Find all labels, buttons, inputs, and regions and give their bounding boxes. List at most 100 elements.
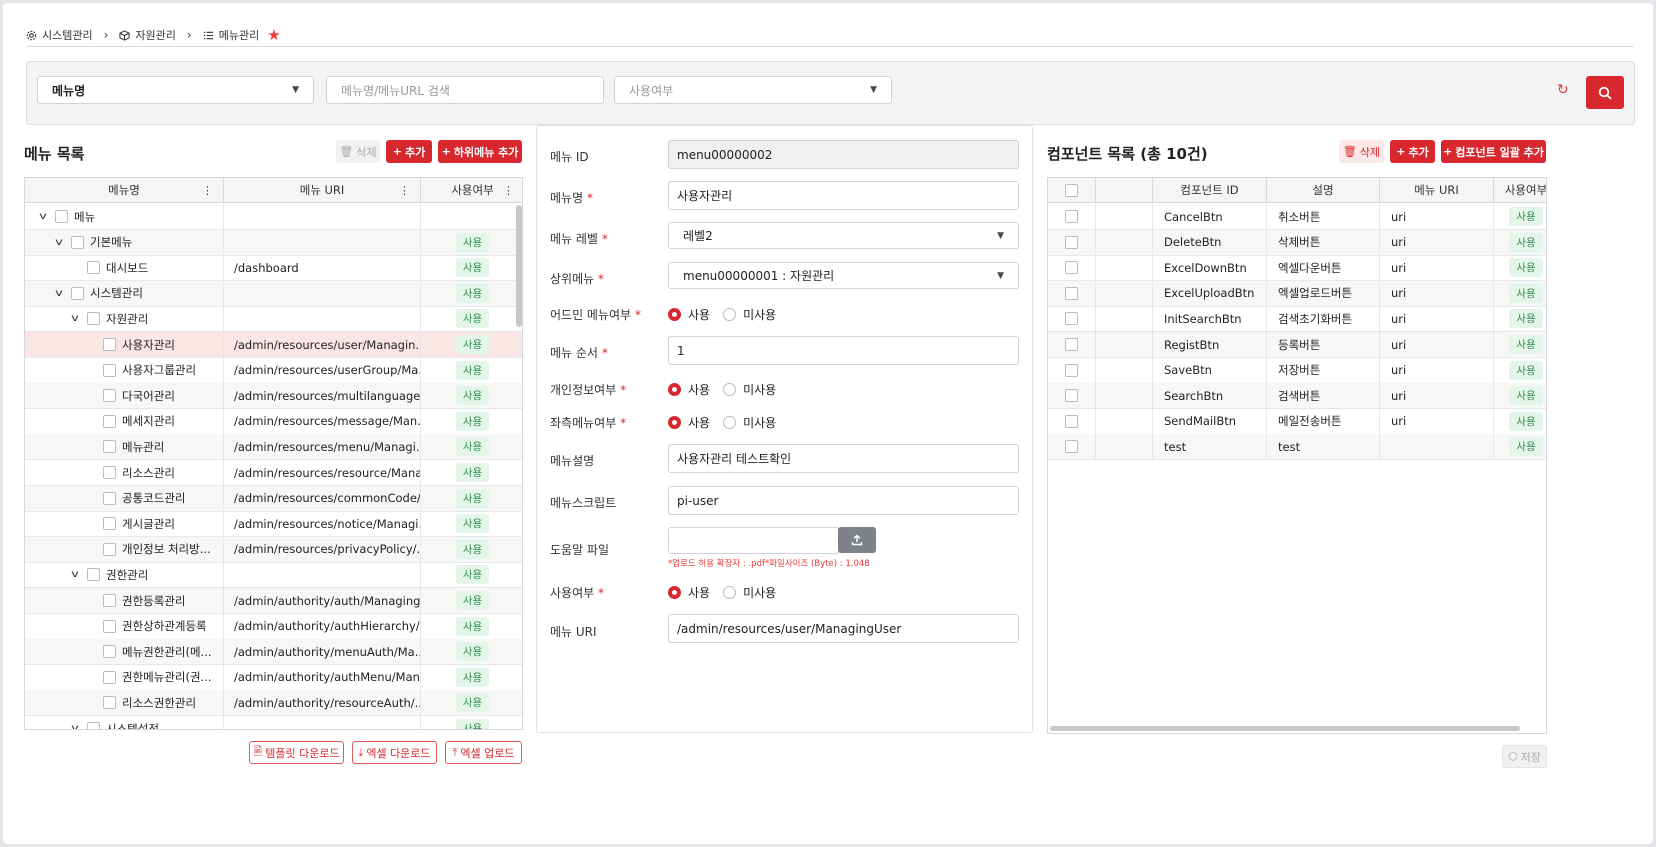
kebab-menu-icon[interactable]: ⋮ xyxy=(202,184,213,197)
row-checkbox[interactable] xyxy=(1065,312,1078,326)
row-checkbox[interactable] xyxy=(1065,414,1078,428)
row-checkbox[interactable] xyxy=(1065,210,1078,223)
save-button[interactable]: ⬡ 저장 xyxy=(1502,745,1547,768)
add-submenu-button[interactable]: + 하위메뉴 추가 xyxy=(438,140,522,163)
file-upload-button[interactable] xyxy=(838,527,876,553)
excel-download-button[interactable]: ⤓ 엑셀 다운로드 xyxy=(352,741,437,764)
admin-unuse-radio[interactable] xyxy=(723,308,737,321)
component-add-button[interactable]: + 추가 xyxy=(1390,140,1435,163)
menu-script-field[interactable]: pi-user xyxy=(668,486,1019,515)
search-button[interactable] xyxy=(1586,76,1624,109)
row-checkbox[interactable] xyxy=(103,491,116,505)
menu-desc-field[interactable]: 사용자관리 테스트확인 xyxy=(668,444,1019,473)
row-checkbox[interactable] xyxy=(103,670,116,684)
use-filter-select[interactable]: 사용여부 ▼ xyxy=(614,76,892,104)
tree-row[interactable]: 사용자관리/admin/resources/user/Managin... 사용 xyxy=(25,332,522,358)
row-checkbox[interactable] xyxy=(1065,440,1078,454)
tree-row[interactable]: 메세지관리/admin/resources/message/Man... 사용 xyxy=(25,408,522,435)
tree-row[interactable]: v 시스템설정 사용 xyxy=(25,716,522,729)
kebab-menu-icon[interactable]: ⋮ xyxy=(503,184,514,197)
excel-upload-button[interactable]: ⤒ 엑셀 업로드 xyxy=(445,741,522,764)
chevron-down-icon[interactable]: v xyxy=(67,313,83,324)
column-header-use[interactable]: 사용여부 xyxy=(1494,178,1546,202)
table-row[interactable]: DeleteBtn 삭제버튼 uri 사용 xyxy=(1048,229,1546,256)
row-checkbox[interactable] xyxy=(103,542,116,556)
chevron-down-icon[interactable]: v xyxy=(51,288,67,299)
vertical-scrollbar[interactable] xyxy=(516,205,522,327)
row-checkbox[interactable] xyxy=(103,440,116,454)
template-download-button[interactable]: 🗎 템플릿 다운로드 xyxy=(249,741,344,764)
breadcrumb-resources[interactable]: 자원관리 xyxy=(119,27,176,43)
left-unuse-radio[interactable] xyxy=(723,416,737,429)
row-checkbox[interactable] xyxy=(87,261,100,275)
menu-name-field[interactable]: 사용자관리 xyxy=(668,181,1019,210)
table-row[interactable]: CancelBtn 취소버튼 uri 사용 xyxy=(1048,204,1546,230)
column-header-component-id[interactable]: 컴포넌트 ID xyxy=(1153,178,1267,202)
row-checkbox[interactable] xyxy=(87,722,100,729)
tree-row[interactable]: 메뉴권한관리(메... /admin/authority/menuAuth/Ma.… xyxy=(25,639,522,666)
tree-row[interactable]: v 기본메뉴 사용 xyxy=(25,229,522,256)
left-use-radio[interactable] xyxy=(668,416,681,429)
tree-row[interactable]: v 자원관리 사용 xyxy=(25,306,522,333)
row-checkbox[interactable] xyxy=(103,389,116,403)
help-file-field[interactable] xyxy=(668,527,839,554)
table-row[interactable]: ExcelUploadBtn 엑셀업로드버튼 uri 사용 xyxy=(1048,280,1546,307)
row-checkbox[interactable] xyxy=(71,235,84,249)
tree-row[interactable]: v 권한관리 사용 xyxy=(25,562,522,589)
refresh-icon[interactable]: ↻ xyxy=(1557,82,1569,98)
row-checkbox[interactable] xyxy=(1065,235,1078,249)
column-header-uri[interactable]: 메뉴 URI ⋮ xyxy=(224,178,421,202)
row-checkbox[interactable] xyxy=(103,414,116,428)
row-checkbox[interactable] xyxy=(71,286,84,300)
table-row[interactable]: RegistBtn 등록버튼 uri 사용 xyxy=(1048,332,1546,358)
table-row[interactable]: test test 사용 xyxy=(1048,434,1546,461)
parent-menu-select[interactable]: menu00000001 : 자원관리 ▼ xyxy=(668,262,1019,289)
admin-use-radio[interactable] xyxy=(668,308,681,321)
favorite-star-icon[interactable]: ★ xyxy=(267,27,280,43)
tree-row[interactable]: v 메뉴 xyxy=(25,204,522,230)
column-header-use[interactable]: 사용여부 ⋮ xyxy=(421,178,522,202)
search-field-select[interactable]: 메뉴명 ▼ xyxy=(37,76,314,104)
tree-row[interactable]: 권한상하관계등록/admin/authority/authHierarchy/.… xyxy=(25,613,522,640)
row-checkbox[interactable] xyxy=(1065,338,1078,351)
tree-row[interactable]: v 시스템관리 사용 xyxy=(25,280,522,307)
row-checkbox[interactable] xyxy=(103,645,116,659)
search-input[interactable]: 메뉴명/메뉴URL 검색 xyxy=(326,76,604,104)
menu-order-field[interactable]: 1 xyxy=(668,336,1019,365)
horizontal-scrollbar[interactable] xyxy=(1050,726,1520,731)
row-checkbox[interactable] xyxy=(103,619,116,633)
row-checkbox[interactable] xyxy=(87,312,100,326)
chevron-down-icon[interactable]: v xyxy=(51,237,67,248)
row-checkbox[interactable] xyxy=(103,594,116,607)
row-checkbox[interactable] xyxy=(55,210,68,223)
tree-row[interactable]: 다국어관리/admin/resources/multilanguage... 사용 xyxy=(25,383,522,410)
tree-row[interactable]: 리소스권한관리/admin/authority/resourceAuth/...… xyxy=(25,690,522,717)
table-row[interactable]: SendMailBtn 메일전송버튼 uri 사용 xyxy=(1048,408,1546,435)
tree-row[interactable]: 개인정보 처리방... /admin/resources/privacyPolic… xyxy=(25,536,522,563)
row-checkbox[interactable] xyxy=(1065,286,1078,300)
use-radio[interactable] xyxy=(668,586,681,599)
row-checkbox[interactable] xyxy=(87,568,100,582)
privacy-unuse-radio[interactable] xyxy=(723,383,737,396)
column-header-desc[interactable]: 설명 xyxy=(1267,178,1380,202)
menu-delete-button[interactable]: 🗑 삭제 xyxy=(336,140,380,163)
tree-row[interactable]: 게시글관리/admin/resources/notice/Managi... 사용 xyxy=(25,511,522,538)
row-checkbox[interactable] xyxy=(103,517,116,531)
tree-row[interactable]: 메뉴관리/admin/resources/menu/Managi... 사용 xyxy=(25,434,522,461)
tree-row[interactable]: 사용자그룹관리/admin/resources/userGroup/Ma... 사… xyxy=(25,357,522,384)
menu-add-button[interactable]: + 추가 xyxy=(386,140,432,163)
row-checkbox[interactable] xyxy=(103,338,116,351)
breadcrumb-menu[interactable]: 메뉴관리 xyxy=(203,27,259,43)
tree-row[interactable]: 대시보드/dashboard 사용 xyxy=(25,255,522,282)
menu-level-select[interactable]: 레벨2 ▼ xyxy=(668,222,1019,249)
row-checkbox[interactable] xyxy=(103,466,116,479)
privacy-use-radio[interactable] xyxy=(668,383,681,396)
row-checkbox[interactable] xyxy=(1065,363,1078,377)
breadcrumb-system[interactable]: 시스템관리 xyxy=(26,27,93,43)
chevron-down-icon[interactable]: v xyxy=(35,211,51,222)
component-delete-button[interactable]: 🗑 삭제 xyxy=(1339,140,1384,163)
tree-row[interactable]: 권한메뉴관리(권... /admin/authority/authMenu/Man… xyxy=(25,664,522,691)
kebab-menu-icon[interactable]: ⋮ xyxy=(399,184,410,197)
row-checkbox[interactable] xyxy=(103,696,116,710)
unuse-radio[interactable] xyxy=(723,586,737,599)
